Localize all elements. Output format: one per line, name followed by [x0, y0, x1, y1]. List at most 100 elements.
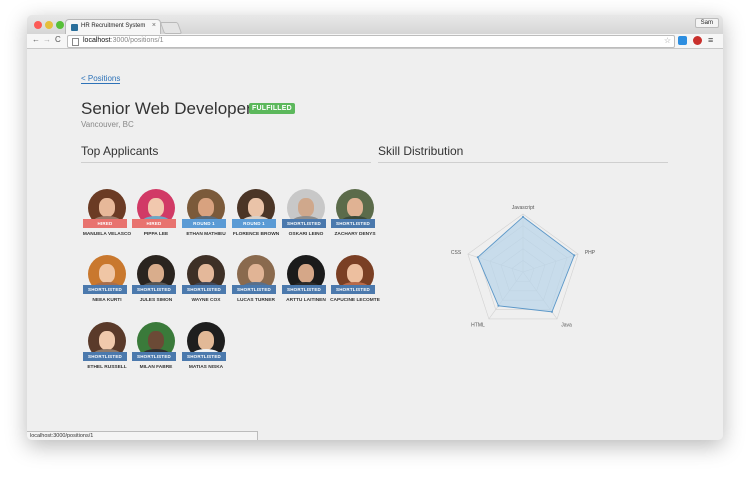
applicant-card[interactable]: SHORTLISTED WAYNE COX [180, 255, 230, 317]
applicant-status-badge: ROUND 1 [232, 219, 276, 228]
applicant-status-badge: ROUND 1 [182, 219, 226, 228]
profile-button[interactable]: Sam [694, 18, 719, 28]
applicant-status-badge: SHORTLISTED [83, 285, 127, 294]
applicant-status-badge: SHORTLISTED [232, 285, 276, 294]
applicant-card[interactable]: SHORTLISTED JULES SIMON [130, 255, 180, 317]
applicant-name[interactable]: PIPPA LEE [128, 232, 184, 238]
applicant-name[interactable]: MILAN FABRE [128, 365, 184, 371]
radar-series-area [477, 216, 575, 313]
address-bar[interactable]: localhost:3000/positions/1 ☆ [67, 35, 675, 48]
skill-radar-chart: Javascript PHP Java HTML CSS [451, 205, 596, 329]
applicant-status-badge: SHORTLISTED [282, 285, 326, 294]
avatar-face [99, 264, 115, 283]
url-text[interactable]: localhost:3000/positions/1 [83, 37, 164, 44]
applicant-card[interactable]: SHORTLISTED OSKARI LEINO [280, 189, 330, 251]
position-location: Vancouver, BC [81, 120, 134, 129]
applicant-card[interactable]: SHORTLISTED ZACHARY DENYS [329, 189, 379, 251]
page-title: Senior Web Developer [81, 99, 252, 118]
applicant-card[interactable]: SHORTLISTED MILAN FABRE [130, 322, 180, 384]
radar-axis-label: PHP [585, 250, 596, 256]
applicant-status-badge: HIRED [83, 219, 127, 228]
radar-axis-label: CSS [451, 250, 462, 256]
applicant-name[interactable]: ARTTU LAITINEN [278, 298, 334, 304]
applicant-name[interactable]: OSKARI LEINO [278, 232, 334, 238]
radar-point [476, 256, 479, 259]
radar-axis-label: Java [561, 323, 572, 329]
menu-icon[interactable]: ≡ [708, 35, 713, 45]
applicant-status-badge: SHORTLISTED [132, 352, 176, 361]
applicant-status-badge: SHORTLISTED [282, 219, 326, 228]
applicant-status-badge: SHORTLISTED [132, 285, 176, 294]
avatar-face [347, 198, 363, 217]
applicant-status-badge: SHORTLISTED [331, 219, 375, 228]
extension-icon[interactable] [678, 36, 687, 45]
browser-toolbar: ← → C localhost:3000/positions/1 ☆ ≡ [27, 34, 723, 49]
browser-tab[interactable]: HR Recruitment System × [65, 19, 161, 35]
avatar-face [198, 331, 214, 350]
maximize-window-icon[interactable] [56, 21, 64, 29]
new-tab-button[interactable] [159, 22, 183, 34]
applicant-name[interactable]: NEEA KURTI [79, 298, 135, 304]
applicant-status-badge: SHORTLISTED [331, 285, 375, 294]
applicant-name[interactable]: ETHAN MATHIEU [178, 232, 234, 238]
applicant-status-badge: SHORTLISTED [182, 285, 226, 294]
radar-point [522, 215, 524, 218]
applicant-name[interactable]: FLORENCE BROWN [228, 232, 284, 238]
applicant-card[interactable]: HIRED MANUELA VELASCO [81, 189, 131, 251]
close-window-icon[interactable] [34, 21, 42, 29]
applicant-card[interactable]: ROUND 1 ETHAN MATHIEU [180, 189, 230, 251]
radar-point [573, 254, 576, 257]
avatar-face [298, 264, 314, 283]
applicant-status-badge: SHORTLISTED [182, 352, 226, 361]
applicant-name[interactable]: MATIAS NISKA [178, 365, 234, 371]
applicant-name[interactable]: LUCAS TURNER [228, 298, 284, 304]
radar-axis-label: HTML [471, 323, 485, 329]
applicant-name[interactable]: WAYNE COX [178, 298, 234, 304]
radar-axis-label: Javascript [512, 205, 535, 211]
applicant-card[interactable]: SHORTLISTED CAPUCINE LECOMTE [329, 255, 380, 317]
positions-back-link[interactable]: < Positions [81, 74, 121, 84]
avatar-face [198, 264, 214, 283]
applicant-card[interactable]: SHORTLISTED NEEA KURTI [81, 255, 131, 317]
tab-title: HR Recruitment System [81, 23, 146, 29]
applicant-name[interactable]: MANUELA VELASCO [79, 232, 135, 238]
divider [378, 162, 668, 163]
star-icon[interactable]: ☆ [664, 36, 671, 45]
tab-close-icon[interactable]: × [152, 22, 156, 29]
avatar-face [148, 198, 164, 217]
applicant-name[interactable]: ETHEL RUSSELL [79, 365, 135, 371]
applicant-card[interactable]: SHORTLISTED LUCAS TURNER [230, 255, 280, 317]
shield-icon[interactable] [693, 36, 702, 45]
status-bar-url: localhost:3000/positions/1 [27, 431, 258, 440]
applicant-card[interactable]: SHORTLISTED ETHEL RUSSELL [81, 322, 131, 384]
avatar-face [99, 198, 115, 217]
skill-distribution-heading: Skill Distribution [378, 144, 464, 158]
browser-window: HR Recruitment System × Sam ← → C localh… [27, 15, 723, 440]
top-applicants-heading: Top Applicants [81, 144, 159, 158]
applicant-status-badge: HIRED [132, 219, 176, 228]
forward-icon[interactable]: → [43, 35, 51, 44]
avatar-face [347, 264, 363, 283]
avatar-face [148, 331, 164, 350]
applicant-card[interactable]: SHORTLISTED MATIAS NISKA [180, 322, 230, 384]
radar-point [497, 304, 500, 307]
page-icon [72, 38, 79, 46]
applicant-card[interactable]: SHORTLISTED ARTTU LAITINEN [280, 255, 330, 317]
applicant-name[interactable]: CAPUCINE LECOMTE [327, 298, 383, 304]
radar-point [550, 310, 553, 313]
minimize-window-icon[interactable] [45, 21, 53, 29]
avatar-face [248, 264, 264, 283]
avatar-face [99, 331, 115, 350]
applicant-card[interactable]: ROUND 1 FLORENCE BROWN [230, 189, 280, 251]
reload-icon[interactable]: C [55, 35, 61, 44]
divider [81, 162, 371, 163]
back-icon[interactable]: ← [32, 35, 40, 44]
favicon-icon [71, 24, 78, 31]
applicant-card[interactable]: HIRED PIPPA LEE [130, 189, 180, 251]
avatar-face [148, 264, 164, 283]
applicant-name[interactable]: JULES SIMON [128, 298, 184, 304]
applicant-name[interactable]: ZACHARY DENYS [327, 232, 383, 238]
avatar-face [298, 198, 314, 217]
avatar-face [198, 198, 214, 217]
page-content: < Positions Senior Web Developer FULFILL… [27, 49, 723, 440]
